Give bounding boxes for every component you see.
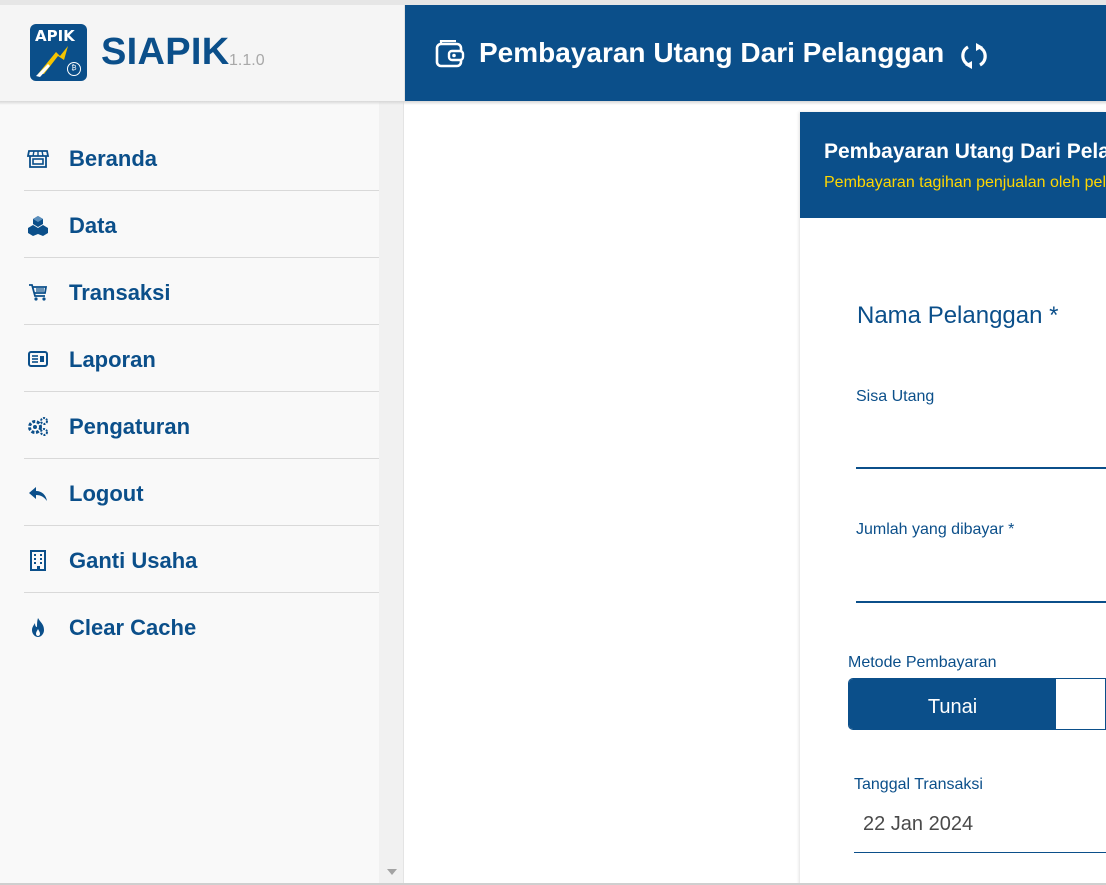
sidebar-item-label: Beranda — [69, 146, 158, 171]
amount-paid-underline — [856, 601, 1106, 603]
reply-icon — [29, 487, 47, 501]
newspaper-icon — [28, 351, 48, 367]
sidebar-item-label: Ganti Usaha — [69, 548, 198, 573]
app-version: 1.1.0 — [229, 52, 265, 69]
sidebar-item-label: Transaksi — [69, 280, 171, 305]
logo-text: APIK — [35, 27, 75, 45]
form-subtitle: Pembayaran tagihan penjualan oleh pelang… — [824, 174, 1106, 191]
header-shadow — [0, 101, 1106, 105]
customer-select-label[interactable]: Nama Pelanggan * — [857, 302, 1058, 330]
form-title: Pembayaran Utang Dari Pelanggan — [824, 140, 1106, 163]
logo-seal-icon: ₿ — [67, 62, 81, 76]
sidebar-scrollbar[interactable] — [379, 101, 404, 883]
sidebar: Beranda Data Transaksi Laporan Pengatura… — [0, 101, 379, 883]
form-header: Pembayaran Utang Dari Pelanggan Pembayar… — [800, 112, 1106, 218]
sidebar-item-pengaturan[interactable]: Pengaturan — [24, 392, 379, 459]
payment-form-card: Pembayaran Utang Dari Pelanggan Pembayar… — [800, 112, 1106, 885]
transaction-date-underline — [854, 852, 1106, 853]
sidebar-item-label: Logout — [69, 481, 144, 506]
payment-method-other-button[interactable] — [1056, 679, 1105, 729]
fire-icon — [32, 618, 44, 637]
cart-icon — [29, 284, 48, 301]
refresh-icon[interactable] — [959, 41, 989, 71]
amount-paid-field[interactable] — [856, 562, 1106, 592]
sidebar-item-beranda[interactable]: Beranda — [24, 124, 379, 191]
payment-method-toggle: Tunai — [848, 678, 1106, 730]
payment-method-cash-button[interactable]: Tunai — [849, 679, 1056, 729]
scroll-down-arrow-icon[interactable] — [387, 869, 397, 875]
transaction-date-field[interactable]: 22 Jan 2024 — [863, 813, 973, 836]
page-title: Pembayaran Utang Dari Pelanggan — [479, 37, 945, 68]
sidebar-item-transaksi[interactable]: Transaksi — [24, 258, 379, 325]
brand-area: APIK ₿ SIAPIK 1.1.0 — [0, 5, 405, 101]
sidebar-item-label: Clear Cache — [69, 615, 197, 640]
page-header: Pembayaran Utang Dari Pelanggan — [405, 5, 1106, 101]
sidebar-item-data[interactable]: Data — [24, 191, 379, 258]
remaining-debt-underline — [856, 467, 1106, 469]
payment-method-label: Metode Pembayaran — [848, 654, 997, 671]
wallet-icon — [435, 40, 465, 68]
remaining-debt-label: Sisa Utang — [856, 388, 935, 405]
app-window: APIK ₿ SIAPIK 1.1.0 Pembayaran Utang Dar… — [0, 0, 1106, 885]
sidebar-item-label: Laporan — [69, 347, 156, 372]
gears-icon — [28, 417, 48, 436]
boxes-icon — [28, 216, 48, 236]
store-icon — [27, 150, 49, 168]
remaining-debt-field[interactable] — [856, 428, 1106, 458]
sidebar-item-ganti-usaha[interactable]: Ganti Usaha — [24, 526, 379, 593]
sidebar-item-laporan[interactable]: Laporan — [24, 325, 379, 392]
app-logo: APIK ₿ — [30, 24, 87, 81]
transaction-date-label: Tanggal Transaksi — [854, 776, 983, 793]
building-icon — [30, 550, 46, 571]
amount-paid-label: Jumlah yang dibayar * — [856, 521, 1015, 538]
app-name: SIAPIK — [101, 31, 230, 73]
sidebar-item-clear-cache[interactable]: Clear Cache — [24, 593, 379, 660]
sidebar-item-label: Pengaturan — [69, 414, 191, 439]
sidebar-item-logout[interactable]: Logout — [24, 459, 379, 526]
sidebar-item-label: Data — [69, 213, 117, 238]
